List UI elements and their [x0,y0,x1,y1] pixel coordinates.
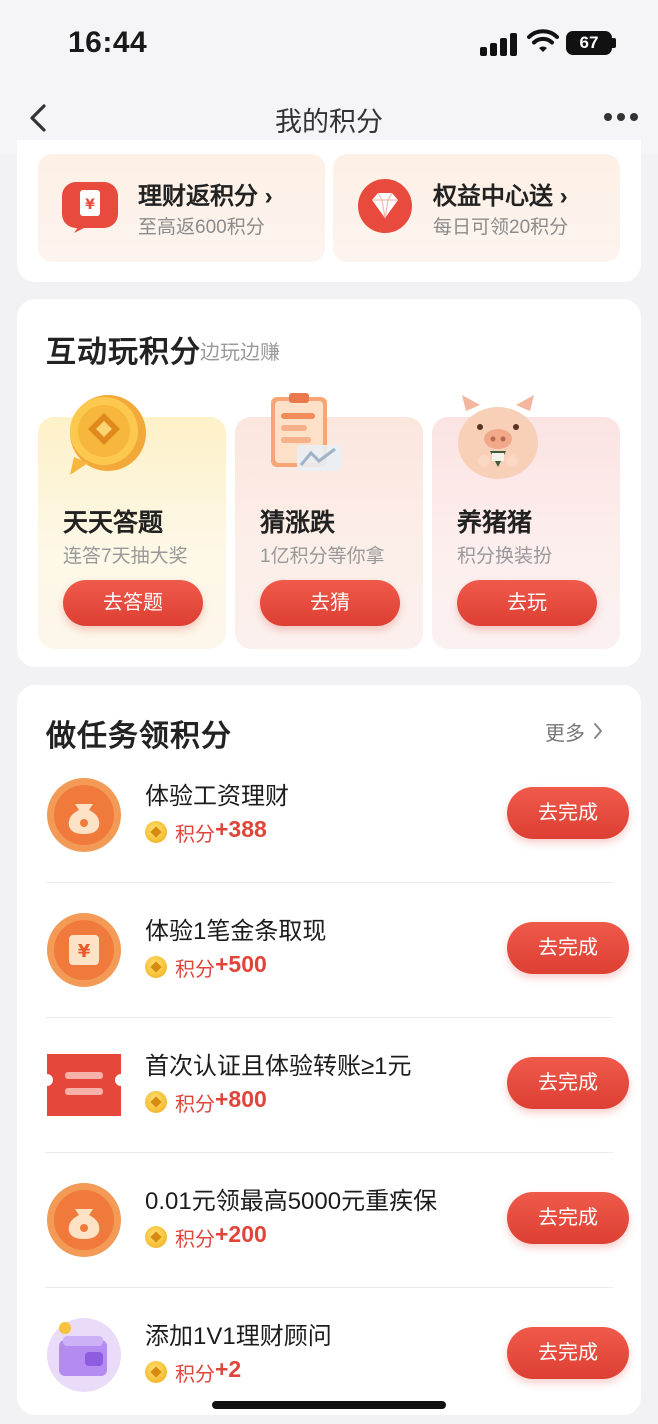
points-value: +2 [215,1356,242,1382]
svg-text:¥: ¥ [85,197,95,213]
promo-subtitle: 至高返600积分 [138,217,265,238]
game-title: 猜涨跌 [260,509,336,537]
promo-subtitle: 每日可领20积分 [433,217,569,238]
complete-task-button[interactable]: 去完成 [507,922,629,974]
tasks-card: 做任务领积分 更多 体验工资理财 积分 +388 去完成 ¥ 体验1笔金条取现 … [17,685,641,1415]
coin-icon [145,956,167,978]
task-title: 体验工资理财 [145,783,289,810]
yen-card-icon: ¥ [47,913,121,987]
task-title: 体验1笔金条取现 [145,918,327,945]
coin-icon [145,1361,167,1383]
points-label: 积分 [175,824,215,846]
points-value: +200 [215,1221,267,1247]
wifi-icon [527,29,559,52]
chevron-right-icon: › [559,183,568,210]
diamond-icon [358,179,412,233]
game-card-quiz[interactable]: 天天答题 连答7天抽大奖 去答题 [38,395,226,649]
money-bag-icon [47,1183,121,1257]
promo-licai[interactable]: ¥ 理财返积分 › 至高返600积分 [38,154,325,262]
status-bar: 16:44 67 [0,0,658,88]
complete-task-button[interactable]: 去完成 [507,1057,629,1109]
points-label: 积分 [175,1364,215,1386]
promo-card: ¥ 理财返积分 › 至高返600积分 权益中心送 › 每日可领20积分 [17,140,641,282]
task-row: 首次认证且体验转账≥1元 积分 +800 去完成 [45,1018,629,1153]
more-options-button[interactable] [598,110,642,124]
task-row: 体验工资理财 积分 +388 去完成 [45,748,629,883]
promo-title: 理财返积分 › [138,183,273,210]
more-link[interactable]: 更多 [545,717,602,746]
points-value: +800 [215,1086,267,1112]
promo-quanyi[interactable]: 权益中心送 › 每日可领20积分 [333,154,620,262]
points-value: +500 [215,951,267,977]
game-title: 天天答题 [63,509,164,537]
complete-task-button[interactable]: 去完成 [507,787,629,839]
coin-icon [145,1226,167,1248]
ticket-icon [47,1054,121,1116]
game-subtitle: 连答7天抽大奖 [63,546,188,567]
signal-icon [480,30,518,56]
game-title: 养猪猪 [457,509,533,537]
quiz-button[interactable]: 去答题 [63,580,203,626]
money-bag-icon [47,778,121,852]
gold-coin-chat-icon [70,395,146,475]
coin-icon [145,1091,167,1113]
clipboard-chart-icon [271,393,341,471]
purple-wallet-icon [47,1318,121,1392]
chevron-right-icon: › [264,183,273,210]
home-indicator[interactable] [212,1401,446,1409]
wallet-yen-icon: ¥ [62,182,118,233]
points-label: 积分 [175,959,215,981]
play-points-card: 互动玩积分 边玩边赚 天天答题 连答7天抽大奖 去答题 猜涨跌 1亿积分等你拿 … [17,299,641,667]
task-title: 添加1V1理财顾问 [145,1323,332,1350]
task-row: ¥ 体验1笔金条取现 积分 +500 去完成 [45,883,629,1018]
pig-icon [458,395,538,479]
complete-task-button[interactable]: 去完成 [507,1192,629,1244]
page-title: 我的积分 [275,107,383,137]
game-card-guess[interactable]: 猜涨跌 1亿积分等你拿 去猜 [235,393,423,649]
section-subtitle: 边玩边赚 [200,342,280,364]
complete-task-button[interactable]: 去完成 [507,1327,629,1379]
guess-button[interactable]: 去猜 [260,580,400,626]
points-label: 积分 [175,1094,215,1116]
coin-icon [145,821,167,843]
promo-title: 权益中心送 › [433,183,568,210]
task-title: 首次认证且体验转账≥1元 [145,1053,412,1080]
points-label: 积分 [175,1229,215,1251]
points-value: +388 [215,816,267,842]
play-pig-button[interactable]: 去玩 [457,580,597,626]
game-subtitle: 1亿积分等你拿 [260,546,385,567]
battery-tip [612,38,616,48]
task-title: 0.01元领最高5000元重疾保 [145,1188,438,1215]
svg-text:¥: ¥ [78,941,91,962]
chevron-right-icon [594,723,602,739]
section-title: 互动玩积分 [46,336,201,369]
status-time: 16:44 [68,26,148,59]
game-card-pig[interactable]: 养猪猪 积分换装扮 去玩 [432,395,620,649]
game-subtitle: 积分换装扮 [457,546,553,567]
task-row: 0.01元领最高5000元重疾保 积分 +200 去完成 [45,1153,629,1288]
battery-icon: 67 [566,31,612,55]
